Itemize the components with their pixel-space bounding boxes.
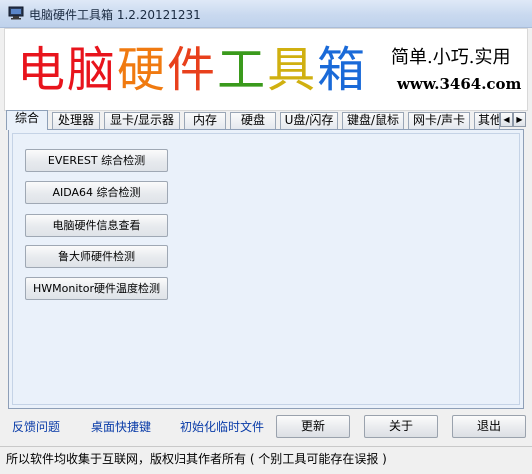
tab-memory[interactable]: 内存 (184, 112, 226, 129)
tab-keyboard-mouse[interactable]: 键盘/鼠标 (342, 112, 404, 129)
exit-button[interactable]: 退出 (452, 415, 526, 438)
window-title: 电脑硬件工具箱 1.2.20121231 (29, 8, 201, 22)
tab-scroll-right-button[interactable]: ▶ (513, 112, 526, 127)
brand-char: 电 (17, 42, 68, 98)
aida64-button[interactable]: AIDA64 综合检测 (25, 181, 168, 204)
tab-usb-flash[interactable]: U盘/闪存 (280, 112, 338, 129)
status-text: 所以软件均收集于互联网，版权归其作者所有 ( 个别工具可能存在误报 ) (6, 452, 387, 466)
tab-network-sound[interactable]: 网卡/声卡 (408, 112, 470, 129)
hardware-info-button[interactable]: 电脑硬件信息查看 (25, 214, 168, 237)
hwmonitor-button[interactable]: HWMonitor硬件温度检测 (25, 277, 168, 300)
banner: 电脑硬件工具箱 简单.小巧.实用 www.3464.com (4, 28, 528, 111)
tab-general[interactable]: 综合 (6, 110, 48, 130)
brand-char: 工 (217, 42, 268, 98)
update-button[interactable]: 更新 (276, 415, 350, 438)
brand-char: 箱 (317, 42, 368, 98)
computer-icon (8, 6, 24, 20)
about-button[interactable]: 关于 (364, 415, 438, 438)
brand-char: 具 (267, 42, 318, 98)
tab-scroll-left-button[interactable]: ◀ (500, 112, 513, 127)
init-temp-files-link[interactable]: 初始化临时文件 (180, 418, 264, 435)
status-bar: 所以软件均收集于互联网，版权归其作者所有 ( 个别工具可能存在误报 ) (0, 446, 532, 474)
ludashi-button[interactable]: 鲁大师硬件检测 (25, 245, 168, 268)
tab-harddisk[interactable]: 硬盘 (230, 112, 276, 129)
panel-inner-frame (12, 133, 520, 405)
tab-strip: 综合 处理器 显卡/显示器 内存 硬盘 U盘/闪存 键盘/鼠标 网卡/声卡 其他… (6, 110, 526, 130)
slogan: 简单.小巧.实用 (391, 47, 511, 68)
everest-button[interactable]: EVEREST 综合检测 (25, 149, 168, 172)
title-bar[interactable]: 电脑硬件工具箱 1.2.20121231 (0, 0, 532, 28)
tab-display[interactable]: 显卡/显示器 (104, 112, 180, 129)
tab-panel-general: EVEREST 综合检测 AIDA64 综合检测 电脑硬件信息查看 鲁大师硬件检… (8, 129, 524, 409)
tab-cpu[interactable]: 处理器 (52, 112, 100, 129)
brand-char: 硬 (117, 42, 168, 98)
brand-char: 件 (167, 42, 218, 98)
website-text: www.3464.com (397, 75, 522, 93)
brand-char: 脑 (67, 42, 118, 98)
desktop-shortcut-link[interactable]: 桌面快捷键 (91, 418, 151, 435)
feedback-link[interactable]: 反馈问题 (12, 418, 60, 435)
tab-other[interactable]: 其他 (474, 112, 500, 129)
brand-logo: 电脑硬件工具箱 (17, 35, 367, 105)
